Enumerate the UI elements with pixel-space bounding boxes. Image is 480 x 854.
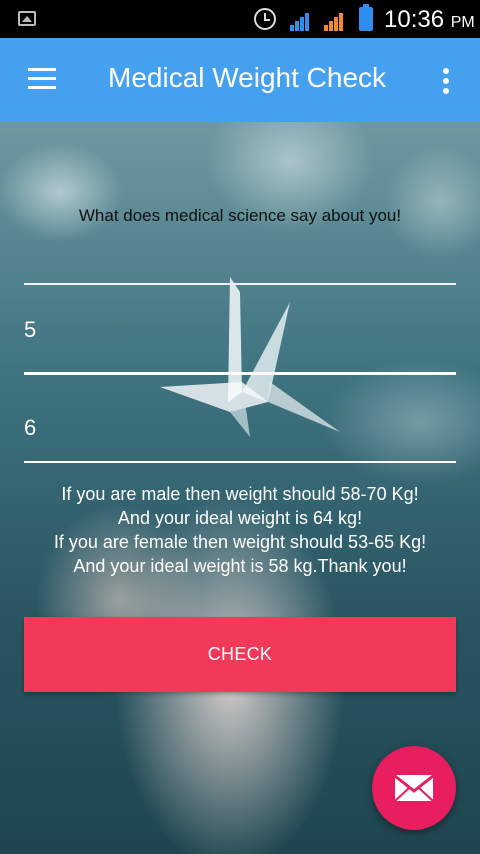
app-title: Medical Weight Check [108,62,387,93]
result-line-2: And your ideal weight is 64 kg! [117,508,363,528]
menu-icon[interactable] [28,68,56,90]
result-line-4: And your ideal weight is 58 kg.Thank you… [73,556,407,576]
status-bar: 10:36 PM [0,0,480,38]
result-line-1: If you are male then weight should 58-70… [61,484,419,504]
content-area: What does medical science say about you!… [0,122,480,854]
mail-icon [394,774,434,802]
status-clock: 10:36 PM [384,6,475,34]
more-vert-icon[interactable] [440,66,452,96]
headline: What does medical science say about you! [78,206,402,225]
mail-fab-button[interactable] [372,746,456,830]
image-notification-icon [18,11,36,26]
check-button[interactable]: CHECK [24,617,456,692]
app-bar: Medical Weight Check [0,38,480,122]
result-line-3: If you are female then weight should 53-… [53,532,427,552]
result-text: If you are male then weight should 58-70… [0,482,480,578]
feet-input-underline [24,372,456,375]
clock-time: 10:36 [384,6,445,33]
alarm-icon [254,8,276,30]
clock-ampm: PM [450,14,475,31]
battery-icon [359,4,373,31]
inches-input-underline [24,461,456,463]
feet-input[interactable] [22,316,426,344]
signal-icon-2 [324,9,348,31]
inches-input[interactable] [22,414,426,442]
signal-icon [290,9,314,31]
